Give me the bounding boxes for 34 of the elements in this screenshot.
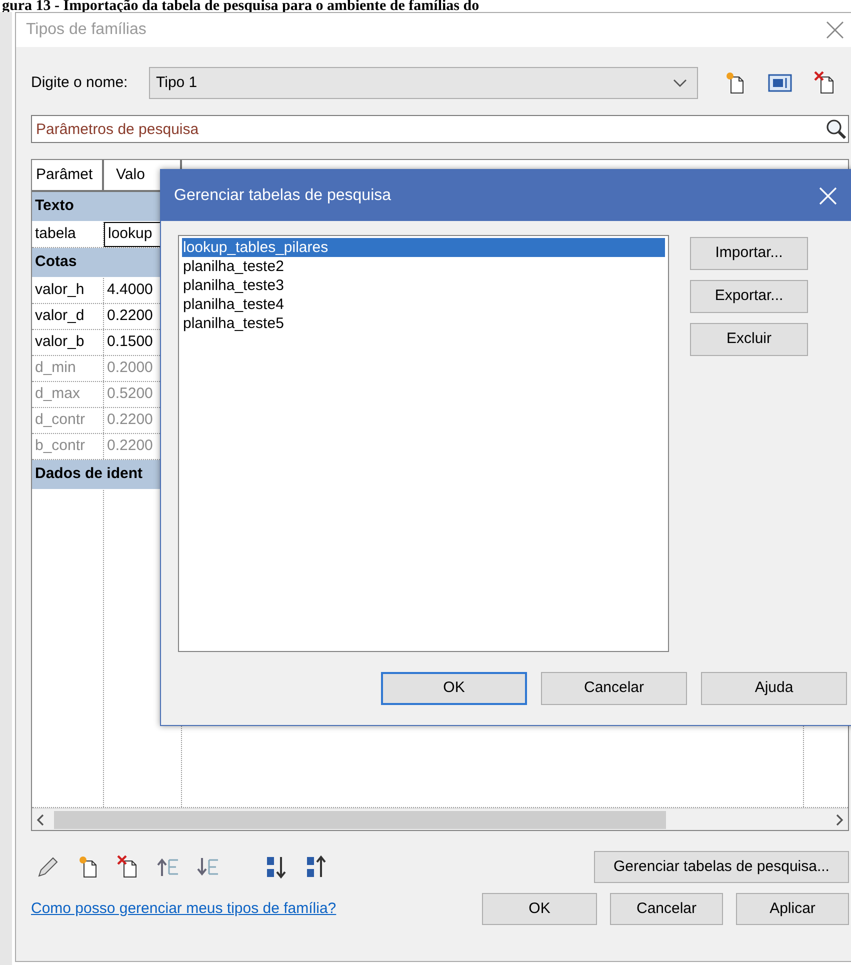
dialog-button[interactable]: OK — [381, 672, 527, 705]
column-header[interactable]: Parâmet — [32, 160, 104, 190]
side-button[interactable]: Excluir — [690, 323, 808, 356]
dialog-button[interactable]: Aplicar — [736, 893, 849, 925]
manage-tables-button[interactable]: Gerenciar tabelas de pesquisa... — [594, 851, 849, 883]
type-dropdown[interactable]: Tipo 1 — [149, 67, 698, 99]
parameter-name: valor_b — [32, 330, 104, 355]
table-list-item[interactable]: planilha_teste3 — [182, 276, 665, 295]
dialog-button[interactable]: Cancelar — [610, 893, 723, 925]
dialog-button[interactable]: OK — [482, 893, 597, 925]
table-list-item[interactable]: planilha_teste5 — [182, 314, 665, 333]
parameter-name: d_contr — [32, 408, 104, 433]
table-list-item[interactable]: lookup_tables_pilares — [182, 238, 665, 257]
help-link[interactable]: Como posso gerenciar meus tipos de família? — [31, 898, 336, 920]
parameter-name: valor_d — [32, 304, 104, 329]
parameter-name: d_max — [32, 382, 104, 407]
table-list-item[interactable]: planilha_teste4 — [182, 295, 665, 314]
dialog-button[interactable]: Ajuda — [701, 672, 847, 705]
parameter-name: tabela — [32, 222, 104, 247]
table-list-item[interactable]: planilha_teste2 — [182, 257, 665, 276]
parameter-name: b_contr — [32, 434, 104, 459]
horizontal-scrollbar[interactable] — [32, 808, 848, 830]
side-button[interactable]: Importar... — [690, 237, 808, 270]
scrollbar-thumb[interactable] — [54, 810, 666, 828]
name-label: Digite o nome: — [31, 72, 129, 93]
search-icon — [825, 118, 847, 140]
close-icon[interactable] — [826, 21, 844, 39]
side-button[interactable]: Exportar... — [690, 280, 808, 313]
parameter-name: valor_h — [32, 278, 104, 303]
dialog-button[interactable]: Cancelar — [541, 672, 687, 705]
search-field[interactable]: Parâmetros de pesquisa — [31, 115, 849, 143]
window-title: Tipos de famílias — [26, 20, 146, 40]
chevron-down-icon — [673, 78, 687, 88]
parameter-name: d_min — [32, 356, 104, 381]
